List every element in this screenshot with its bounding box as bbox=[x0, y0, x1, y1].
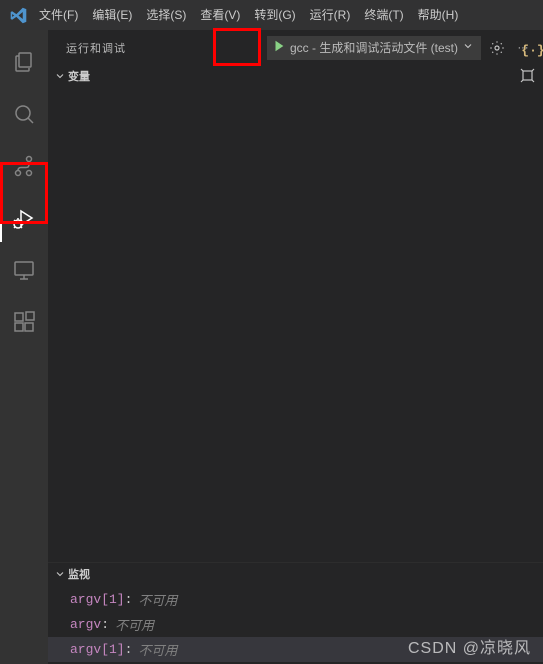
watch-row[interactable]: argv[1]: 不可用 bbox=[48, 587, 543, 612]
watch-label: 监视 bbox=[68, 566, 90, 582]
watch-value: 不可用 bbox=[138, 640, 177, 659]
menu-help[interactable]: 帮助(H) bbox=[411, 0, 466, 30]
menu-bar: 文件(F) 编辑(E) 选择(S) 查看(V) 转到(G) 运行(R) 终端(T… bbox=[32, 0, 465, 30]
chevron-down-icon bbox=[462, 40, 474, 55]
sidebar-title: 运行和调试 bbox=[66, 40, 267, 56]
play-icon bbox=[272, 39, 286, 56]
sidebar-header: 运行和调试 gcc - 生成和调试活动文件 (test) ··· bbox=[48, 30, 543, 65]
watch-value: 不可用 bbox=[138, 590, 177, 609]
menu-goto[interactable]: 转到(G) bbox=[247, 0, 302, 30]
title-bar: 文件(F) 编辑(E) 选择(S) 查看(V) 转到(G) 运行(R) 终端(T… bbox=[0, 0, 543, 30]
variables-body bbox=[48, 87, 543, 562]
activity-debug-icon[interactable] bbox=[0, 194, 48, 242]
braces-icon: {·} bbox=[521, 43, 543, 58]
watch-section-header[interactable]: 监视 bbox=[48, 563, 543, 585]
watermark: CSDN @凉晓风 bbox=[408, 634, 531, 658]
watch-name: argv[1] bbox=[70, 642, 125, 657]
menu-terminal[interactable]: 终端(T) bbox=[357, 0, 410, 30]
debug-sidebar: 运行和调试 gcc - 生成和调试活动文件 (test) ··· bbox=[48, 30, 543, 664]
activity-search-icon[interactable] bbox=[0, 90, 48, 138]
menu-view[interactable]: 查看(V) bbox=[193, 0, 247, 30]
debug-config-dropdown[interactable]: gcc - 生成和调试活动文件 (test) bbox=[267, 36, 481, 60]
config-label: gcc - 生成和调试活动文件 (test) bbox=[290, 39, 458, 56]
chevron-down-icon bbox=[52, 70, 68, 82]
gear-icon[interactable] bbox=[487, 38, 507, 58]
watch-value: 不可用 bbox=[115, 615, 154, 634]
editor-tab-icon: {·} bbox=[523, 30, 543, 70]
vscode-logo-icon bbox=[4, 1, 32, 29]
activity-extensions-icon[interactable] bbox=[0, 298, 48, 346]
menu-run[interactable]: 运行(R) bbox=[303, 0, 358, 30]
chevron-down-icon bbox=[52, 568, 68, 580]
menu-select[interactable]: 选择(S) bbox=[139, 0, 193, 30]
activity-scm-icon[interactable] bbox=[0, 142, 48, 190]
variables-label: 变量 bbox=[68, 68, 90, 84]
watch-name: argv[1] bbox=[70, 592, 125, 607]
menu-file[interactable]: 文件(F) bbox=[32, 0, 85, 30]
menu-edit[interactable]: 编辑(E) bbox=[85, 0, 139, 30]
activity-bar bbox=[0, 30, 48, 664]
activity-explorer-icon[interactable] bbox=[0, 38, 48, 86]
variables-section-header[interactable]: 变量 bbox=[48, 65, 543, 87]
watch-name: argv bbox=[70, 617, 101, 632]
activity-remote-icon[interactable] bbox=[0, 246, 48, 294]
